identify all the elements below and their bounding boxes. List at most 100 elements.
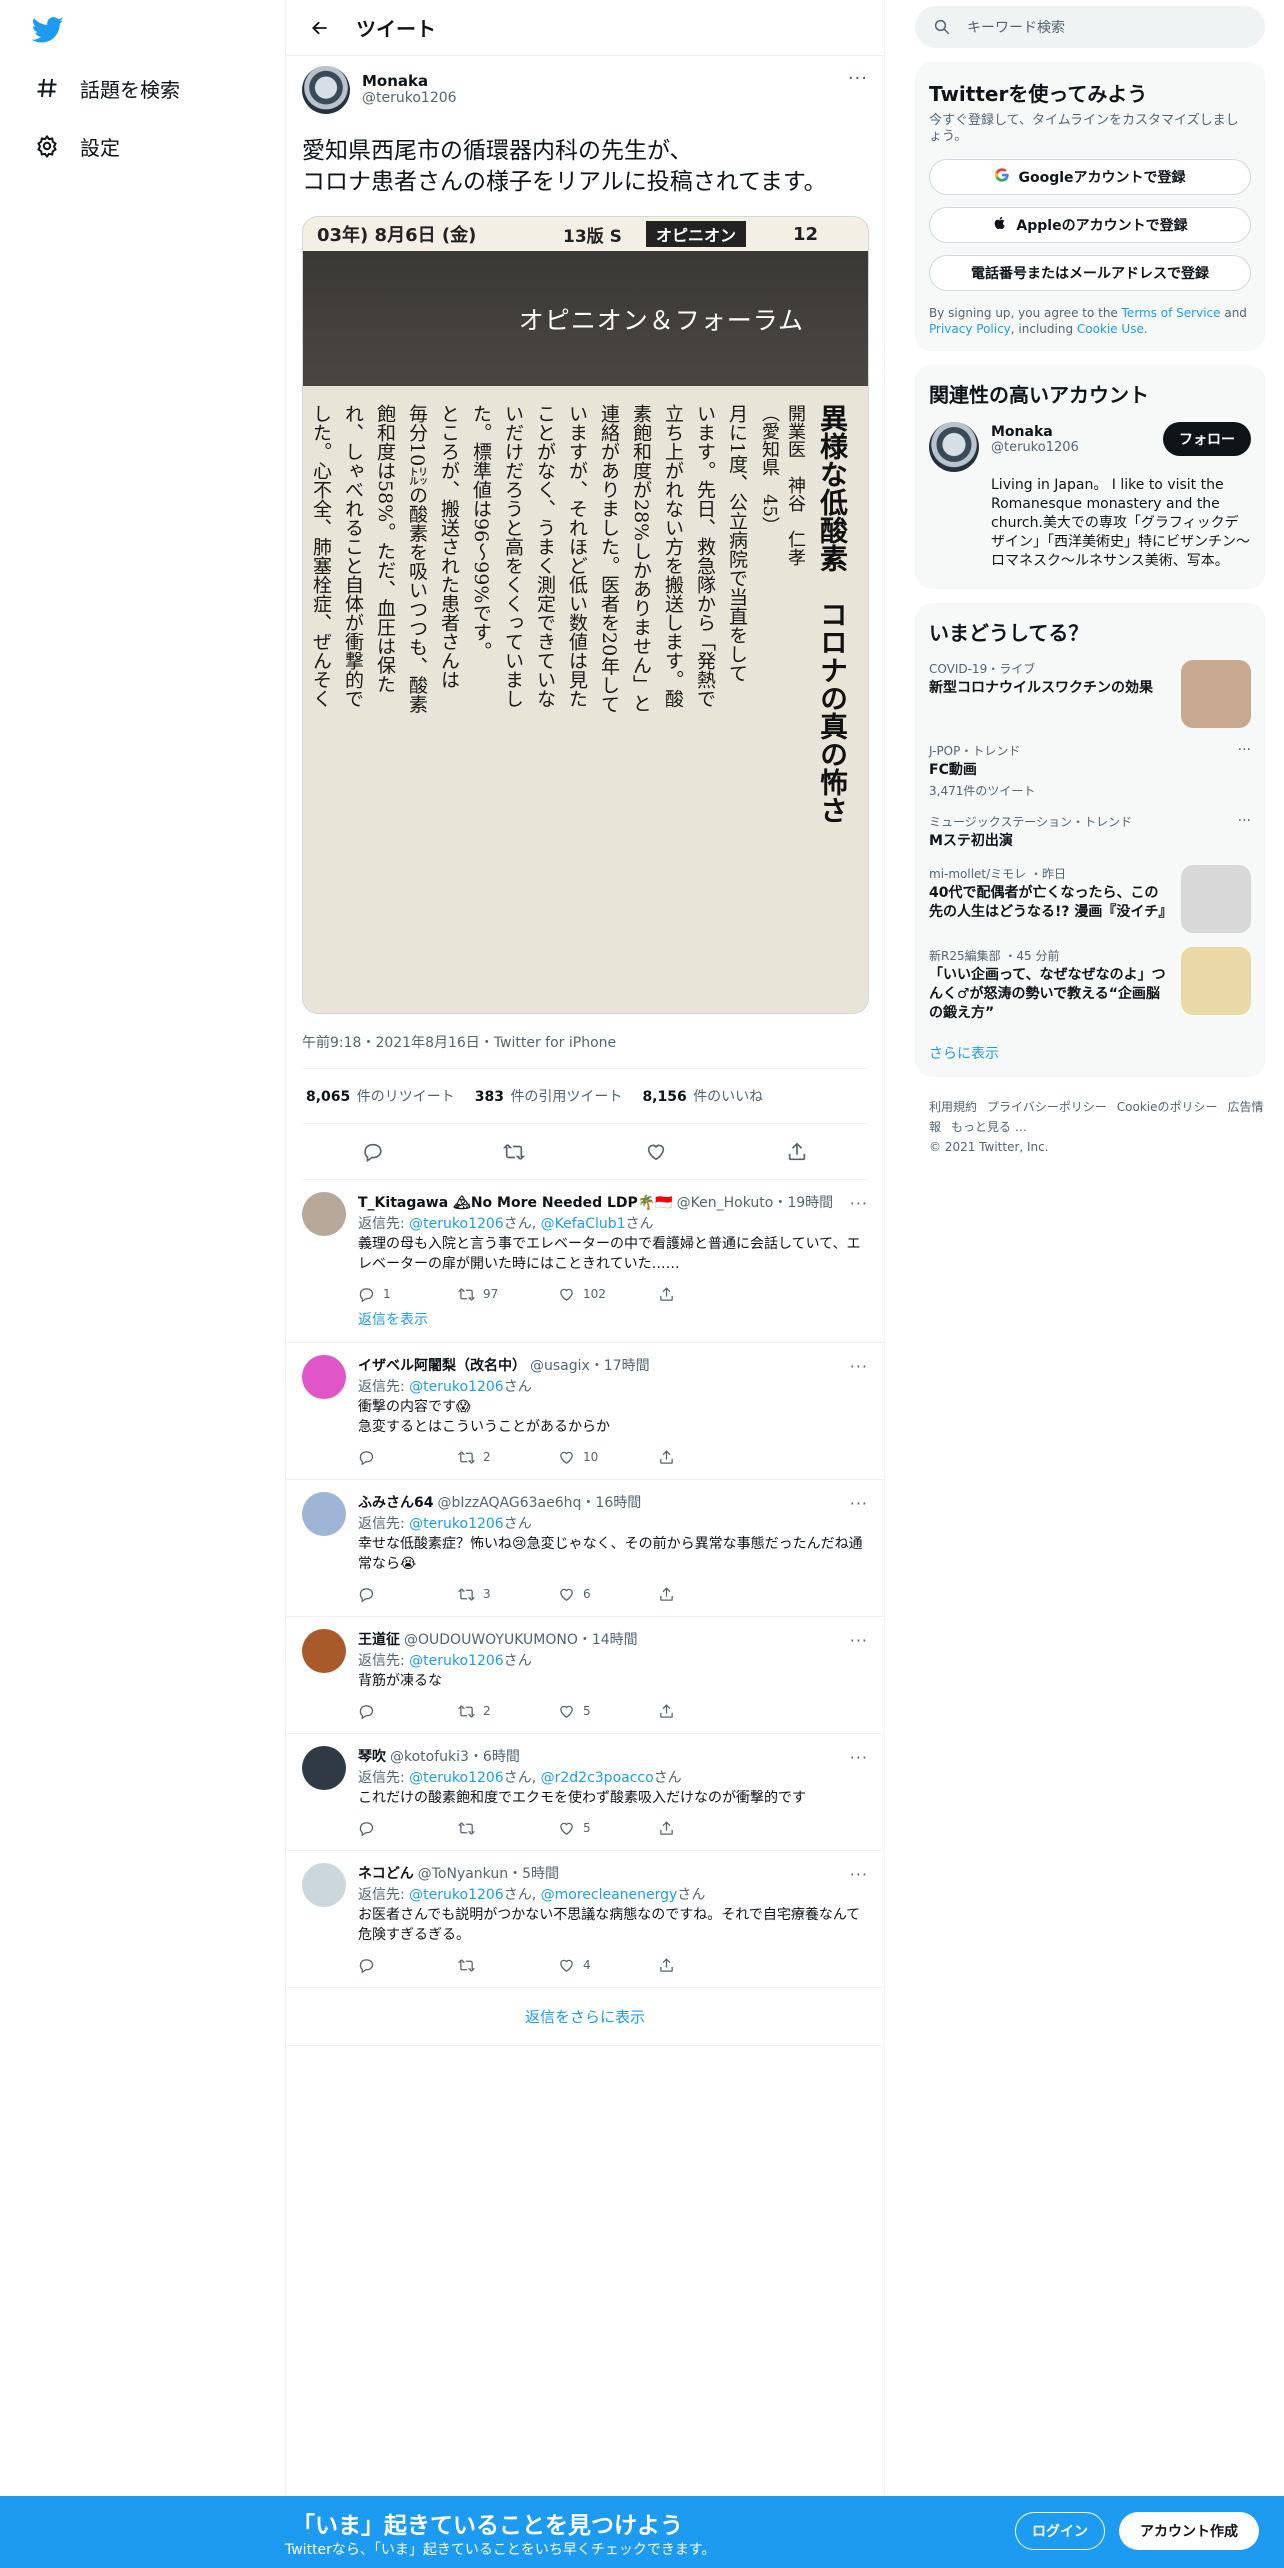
search-box[interactable]: キーワード検索 [915,6,1265,48]
reply-button[interactable] [358,1957,458,1974]
like-button[interactable]: 5 [558,1818,658,1838]
reply-time[interactable]: ・5時間 [508,1864,559,1884]
reply-tweet[interactable]: ネコどん @ToNyankun ・5時間 ··· 返信先: @teruko1206さん,… [286,1851,884,1988]
more-icon[interactable]: ··· [1238,813,1251,829]
trend-item[interactable]: J-POP・トレンド FC動画 3,471件のツイート ··· [929,742,1251,799]
reply-to-link[interactable]: @teruko1206 [409,1653,504,1669]
trend-item[interactable]: COVID-19・ライブ 新型コロナウイルスワクチンの効果 [929,660,1251,728]
quote-stat[interactable]: 383 件の引用ツイート [475,1086,623,1106]
reply-tweet[interactable]: T_Kitagawa 🏔No More Needed LDP🌴🇮🇩 @Ken_Ho… [286,1180,884,1343]
share-button[interactable] [658,1957,758,1974]
show-more-replies-link[interactable]: 返信をさらに表示 [286,1988,884,2046]
trend-item[interactable]: ミュージックステーション・トレンド Mステ初出演 ··· [929,813,1251,851]
reply-button[interactable]: 1 [358,1284,458,1304]
show-replies-link[interactable]: 返信を表示 [358,1304,868,1330]
reply-button[interactable] [358,1820,458,1837]
back-button[interactable] [302,10,338,46]
retweet-button[interactable] [458,1957,558,1974]
reply-tweet[interactable]: 琴吹 @kotofuki3 ・6時間 ··· 返信先: @teruko1206さん, @… [286,1734,884,1851]
trend-item[interactable]: mi-mollet/ミモレ ・昨日 40代で配偶者が亡くなったら、この先の人生はど… [929,865,1251,933]
reply-to-link[interactable]: @KefaClub1 [541,1216,626,1232]
more-icon[interactable]: ··· [850,1355,868,1377]
follow-button[interactable]: フォロー [1163,422,1251,456]
reply-to-link[interactable]: @teruko1206 [409,1379,504,1395]
more-icon[interactable]: ··· [1238,742,1251,758]
footer-link[interactable]: 利用規約 [929,1100,977,1114]
avatar[interactable] [302,1355,346,1399]
footer-link[interactable]: プライバシーポリシー [987,1100,1107,1114]
reply-author-handle[interactable]: @Ken_Hokuto [677,1193,774,1213]
like-stat[interactable]: 8,156 件のいいね [642,1086,763,1106]
related-handle[interactable]: @teruko1206 [991,440,1079,455]
reply-author-name[interactable]: 琴吹 [358,1747,386,1767]
related-name[interactable]: Monaka [991,424,1079,440]
share-button[interactable] [658,1449,758,1466]
author-handle[interactable]: @teruko1206 [362,90,457,106]
reply-to-link[interactable]: @teruko1206 [409,1770,504,1786]
reply-author-handle[interactable]: @kotofuki3 [390,1747,469,1767]
reply-to-link[interactable]: @teruko1206 [409,1887,504,1903]
reply-time[interactable]: ・6時間 [469,1747,520,1767]
reply-time[interactable]: ・17時間 [590,1356,650,1376]
reply-author-handle[interactable]: @bIzzAQAG63ae6hq [437,1493,581,1513]
nav-explore[interactable]: 話題を検索 [34,66,180,110]
reply-author-name[interactable]: イザベル阿闍梨（改名中） [358,1356,526,1376]
reply-tweet[interactable]: 王道征 @OUDOUWOYUKUMONO ・14時間 ··· 返信先: @teruko1… [286,1617,884,1734]
reply-tweet[interactable]: ふみさん64 @bIzzAQAG63ae6hq ・16時間 ··· 返信先: @teru… [286,1480,884,1617]
heart-icon[interactable] [645,1141,667,1163]
retweet-button[interactable] [458,1820,558,1837]
reply-button[interactable] [358,1703,458,1720]
avatar[interactable] [302,1746,346,1790]
reply-button[interactable] [358,1586,458,1603]
like-button[interactable]: 5 [558,1701,658,1721]
footer-link[interactable]: もっと見る … [951,1120,1027,1134]
reply-to-link[interactable]: @r2d2c3poacco [541,1770,654,1786]
retweet-stat[interactable]: 8,065 件のリツイート [306,1086,455,1106]
share-button[interactable] [658,1820,758,1837]
reply-time[interactable]: ・19時間 [773,1193,833,1213]
share-icon[interactable] [786,1141,808,1163]
related-avatar[interactable] [929,422,979,472]
more-icon[interactable]: ··· [850,1629,868,1651]
more-icon[interactable]: ··· [850,1492,868,1514]
trend-item[interactable]: 新R25編集部 ・45 分前 「いい企画って、なぜなぜなのよ」つんく♂が怒涛の勢い… [929,947,1251,1023]
avatar[interactable] [302,1192,346,1236]
more-icon[interactable]: ··· [850,1746,868,1768]
like-button[interactable]: 6 [558,1584,658,1604]
more-icon[interactable]: ··· [848,66,868,89]
more-icon[interactable]: ··· [850,1192,868,1214]
share-button[interactable] [658,1586,758,1603]
signup-button[interactable]: アカウント作成 [1119,2512,1259,2550]
author-name[interactable]: Monaka [362,72,457,90]
reply-tweet[interactable]: イザベル阿闍梨（改名中） @usagix ・17時間 ··· 返信先: @teruko1… [286,1343,884,1480]
reply-author-handle[interactable]: @OUDOUWOYUKUMONO [404,1630,578,1650]
reply-author-name[interactable]: ネコどん [358,1864,414,1884]
trends-show-more-link[interactable]: さらに表示 [929,1043,1251,1063]
retweet-button[interactable]: 2 [458,1701,558,1721]
retweet-button[interactable]: 2 [458,1447,558,1467]
reply-author-handle[interactable]: @ToNyankun [418,1864,508,1884]
like-button[interactable]: 102 [558,1284,658,1304]
reply-author-handle[interactable]: @usagix [530,1356,590,1376]
phone-signup-button[interactable]: 電話番号またはメールアドレスで登録 [929,255,1251,291]
share-button[interactable] [658,1286,758,1303]
like-button[interactable]: 4 [558,1955,658,1975]
like-button[interactable]: 10 [558,1447,658,1467]
share-button[interactable] [658,1703,758,1720]
reply-time[interactable]: ・16時間 [581,1493,641,1513]
cookie-link[interactable]: Cookie Use [1077,322,1144,336]
related-account[interactable]: Monaka @teruko1206 フォロー [929,422,1251,472]
avatar[interactable] [302,1629,346,1673]
retweet-icon[interactable] [503,1141,526,1163]
retweet-button[interactable]: 97 [458,1284,558,1304]
footer-link[interactable]: Cookieのポリシー [1117,1100,1218,1114]
google-signup-button[interactable]: Googleアカウントで登録 [929,159,1251,195]
twitter-logo-icon[interactable] [31,14,64,46]
reply-author-name[interactable]: 王道征 [358,1630,400,1650]
reply-to-link[interactable]: @morecleanenergy [541,1887,678,1903]
reply-icon[interactable] [362,1141,384,1163]
nav-settings[interactable]: 設定 [34,124,120,168]
reply-author-name[interactable]: T_Kitagawa 🏔No More Needed LDP🌴🇮🇩 [358,1193,673,1213]
apple-signup-button[interactable]: Appleのアカウントで登録 [929,207,1251,243]
avatar[interactable] [302,1863,346,1907]
